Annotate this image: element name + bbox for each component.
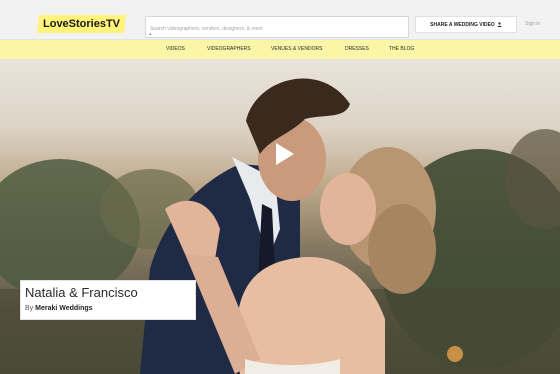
- hero-photo: [0, 78, 560, 374]
- nav-item-videos[interactable]: VIDEOS: [166, 46, 185, 52]
- search-dropdown-caret-icon[interactable]: ▴: [149, 32, 153, 37]
- play-icon[interactable]: [271, 141, 297, 167]
- top-header: LoveStoriesTV ▴ SHARE A WEDDING VIDEO Si…: [0, 0, 560, 40]
- search-box[interactable]: [145, 16, 409, 39]
- nav-item-the-blog[interactable]: THE BLOG: [389, 46, 414, 52]
- user-icon: [497, 22, 502, 27]
- share-button-label: SHARE A WEDDING VIDEO: [430, 21, 495, 28]
- nav-item-dresses[interactable]: DRESSES: [345, 46, 369, 52]
- site-logo-text: LoveStoriesTV: [43, 18, 121, 30]
- site-logo[interactable]: LoveStoriesTV: [37, 15, 126, 33]
- nav-item-videographers[interactable]: VIDEOGRAPHERS: [207, 46, 251, 52]
- share-wedding-video-button[interactable]: SHARE A WEDDING VIDEO: [415, 16, 517, 33]
- nav-item-venues-vendors[interactable]: VENUES & VENDORS: [271, 46, 322, 52]
- video-caption-card[interactable]: Natalia & Francisco By Meraki Weddings: [20, 280, 196, 320]
- search-input[interactable]: [146, 19, 408, 39]
- byline-prefix: By: [25, 305, 34, 312]
- signin-link[interactable]: Sign in: [525, 21, 540, 27]
- main-nav: VIDEOS VIDEOGRAPHERS VENUES & VENDORS DR…: [0, 40, 560, 59]
- vendor-link[interactable]: Meraki Weddings: [35, 305, 92, 312]
- video-title[interactable]: Natalia & Francisco: [25, 285, 138, 300]
- hero-video[interactable]: Natalia & Francisco By Meraki Weddings: [0, 59, 560, 374]
- video-byline: By Meraki Weddings: [25, 305, 93, 312]
